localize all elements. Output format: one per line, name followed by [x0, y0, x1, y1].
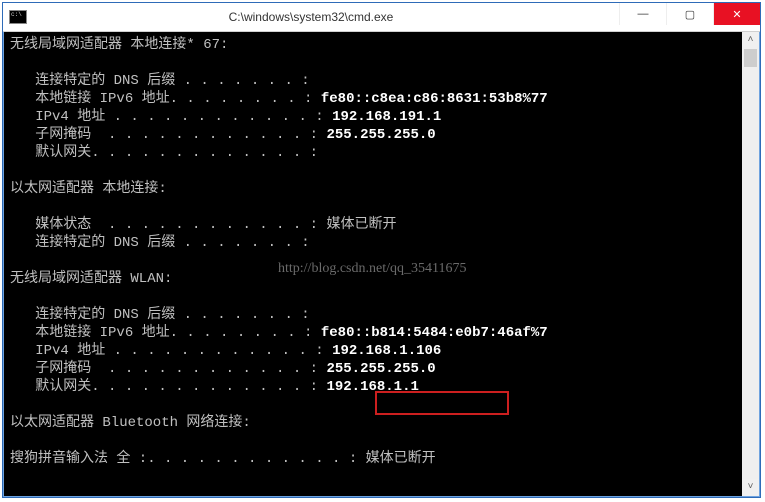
scroll-up-arrow-icon[interactable]: ˄	[742, 32, 759, 49]
mask-label: 子网掩码 . . . . . . . . . . . . :	[35, 361, 318, 377]
minimize-button[interactable]: —	[619, 3, 666, 25]
close-button[interactable]: ✕	[713, 3, 760, 25]
titlebar[interactable]: C:\windows\system32\cmd.exe — ▢ ✕	[3, 3, 760, 32]
ime-status-label: 搜狗拼音输入法 全 :. . . . . . . . . . . . :	[10, 451, 357, 467]
window-controls: — ▢ ✕	[619, 3, 760, 25]
console-output: 无线局域网适配器 本地连接* 67: 连接特定的 DNS 后缀 . . . . …	[4, 32, 759, 496]
adapter-header-1: 无线局域网适配器 本地连接* 67:	[10, 37, 228, 53]
ipv4-value: 192.168.191.1	[332, 109, 441, 125]
ipv4-label: IPv4 地址 . . . . . . . . . . . . :	[35, 109, 323, 125]
ime-status-value: 媒体已断开	[366, 451, 436, 467]
adapter-header-3: 无线局域网适配器 WLAN:	[10, 271, 172, 287]
ipv6-label: 本地链接 IPv6 地址. . . . . . . . :	[35, 91, 312, 107]
media-state-value: 媒体已断开	[326, 217, 396, 233]
dns-suffix-line: 连接特定的 DNS 后缀 . . . . . . . :	[35, 73, 309, 89]
mask-value: 255.255.255.0	[326, 361, 435, 377]
scroll-down-arrow-icon[interactable]: ˅	[742, 479, 759, 496]
media-state-label: 媒体状态 . . . . . . . . . . . . :	[35, 217, 318, 233]
gateway-value: 192.168.1.1	[326, 379, 418, 395]
mask-label: 子网掩码 . . . . . . . . . . . . :	[35, 127, 318, 143]
maximize-button[interactable]: ▢	[666, 3, 713, 25]
ipv4-label: IPv4 地址 . . . . . . . . . . . . :	[35, 343, 323, 359]
adapter-header-2: 以太网适配器 本地连接:	[10, 181, 167, 197]
cmd-window: C:\windows\system32\cmd.exe — ▢ ✕ 无线局域网适…	[2, 2, 761, 498]
dns-suffix-line: 连接特定的 DNS 后缀 . . . . . . . :	[35, 235, 309, 251]
cmd-icon	[9, 10, 27, 24]
mask-value: 255.255.255.0	[326, 127, 435, 143]
cmd-icon-slot	[3, 10, 33, 24]
gateway-label: 默认网关. . . . . . . . . . . . . :	[35, 379, 318, 395]
vertical-scrollbar[interactable]: ˄ ˅	[742, 32, 759, 496]
gateway-label: 默认网关. . . . . . . . . . . . . :	[35, 145, 318, 161]
ipv4-value-highlighted: 192.168.1.106	[332, 343, 441, 359]
window-title: C:\windows\system32\cmd.exe	[33, 10, 619, 24]
ipv6-value: fe80::c8ea:c86:8631:53b8%77	[321, 91, 548, 107]
adapter-header-4: 以太网适配器 Bluetooth 网络连接:	[10, 415, 251, 431]
ipv6-label: 本地链接 IPv6 地址. . . . . . . . :	[35, 325, 312, 341]
dns-suffix-line: 连接特定的 DNS 后缀 . . . . . . . :	[35, 307, 309, 323]
scroll-thumb[interactable]	[744, 49, 757, 67]
ipv6-value: fe80::b814:5484:e0b7:46af%7	[321, 325, 548, 341]
